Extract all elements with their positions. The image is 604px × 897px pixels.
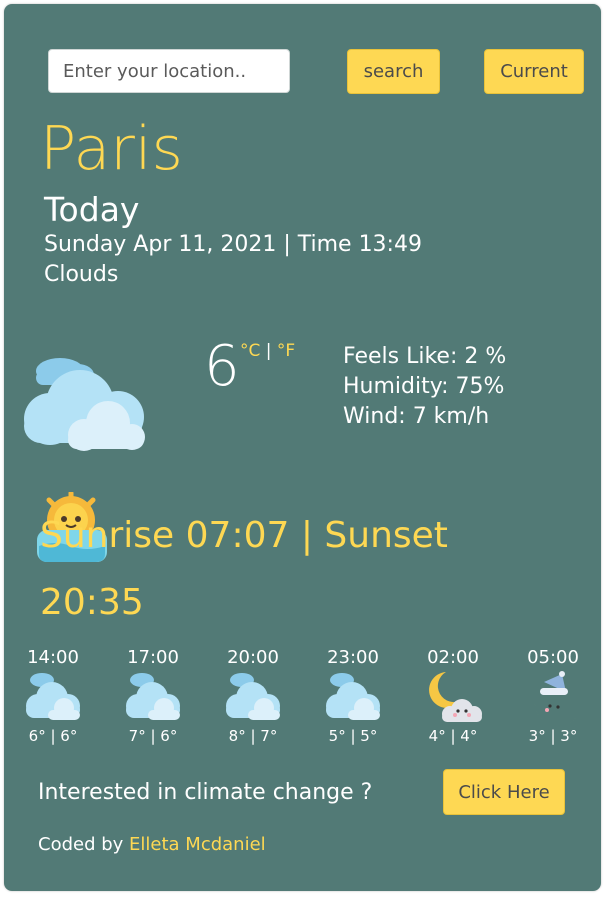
feels-like: Feels Like: 2 % <box>343 344 507 369</box>
weather-description: Clouds <box>44 262 119 287</box>
forecast-temps: 4° | 4° <box>428 727 478 745</box>
forecast-item: 05:00 3° | 3° <box>518 647 588 745</box>
forecast-temps: 6° | 6° <box>28 727 78 745</box>
day-label: Today <box>44 190 140 229</box>
forecast-item: 02:00 4° | 4° <box>418 647 488 745</box>
search-button[interactable]: search <box>347 49 440 94</box>
forecast-item: 20:00 8° | 7° <box>218 647 288 745</box>
clouds-icon <box>318 670 388 724</box>
footer-credit: Coded by Elleta Mcdaniel <box>38 834 266 855</box>
forecast-time: 20:00 <box>227 647 279 668</box>
temperature-value: 6 <box>204 334 240 399</box>
forecast-time: 02:00 <box>427 647 479 668</box>
forecast-temps: 7° | 6° <box>128 727 178 745</box>
forecast-temps: 5° | 5° <box>328 727 378 745</box>
wind: Wind: 7 km/h <box>343 404 490 429</box>
city-name: Paris <box>40 114 183 184</box>
unit-separator: | <box>260 341 277 361</box>
forecast-temps: 3° | 3° <box>528 727 578 745</box>
weather-stats: Feels Like: 2 % Humidity: 75% Wind: 7 km… <box>343 342 506 432</box>
author-link[interactable]: Elleta Mcdaniel <box>129 834 266 855</box>
fahrenheit-link[interactable]: °F <box>277 341 295 361</box>
celsius-link[interactable]: °C <box>240 341 260 361</box>
humidity: Humidity: 75% <box>343 374 505 399</box>
current-location-button[interactable]: Current <box>484 49 584 94</box>
forecast-item: 14:00 6° | 6° <box>18 647 88 745</box>
clouds-icon <box>18 349 150 454</box>
location-search-input[interactable] <box>48 49 290 93</box>
forecast-time: 17:00 <box>127 647 179 668</box>
weather-card: search Current Paris Today Sunday Apr 11… <box>4 4 601 891</box>
sunrise-sunset: Sunrise 07:07 | Sunset 20:35 <box>40 515 448 623</box>
click-here-button[interactable]: Click Here <box>443 769 565 815</box>
forecast-time: 14:00 <box>27 647 79 668</box>
moon-sleep-icon <box>518 670 588 727</box>
forecast-item: 17:00 7° | 6° <box>118 647 188 745</box>
forecast-time: 23:00 <box>327 647 379 668</box>
moon-cloud-icon <box>418 670 488 724</box>
clouds-icon <box>18 670 88 724</box>
clouds-icon <box>118 670 188 724</box>
date-time: Sunday Apr 11, 2021 | Time 13:49 <box>44 232 422 257</box>
forecast-temps: 8° | 7° <box>228 727 278 745</box>
forecast-item: 23:00 5° | 5° <box>318 647 388 745</box>
credit-prefix: Coded by <box>38 834 130 855</box>
unit-toggle: °C | °F <box>240 341 295 361</box>
forecast-time: 05:00 <box>527 647 579 668</box>
clouds-icon <box>218 670 288 724</box>
climate-prompt: Interested in climate change ? <box>38 780 373 805</box>
